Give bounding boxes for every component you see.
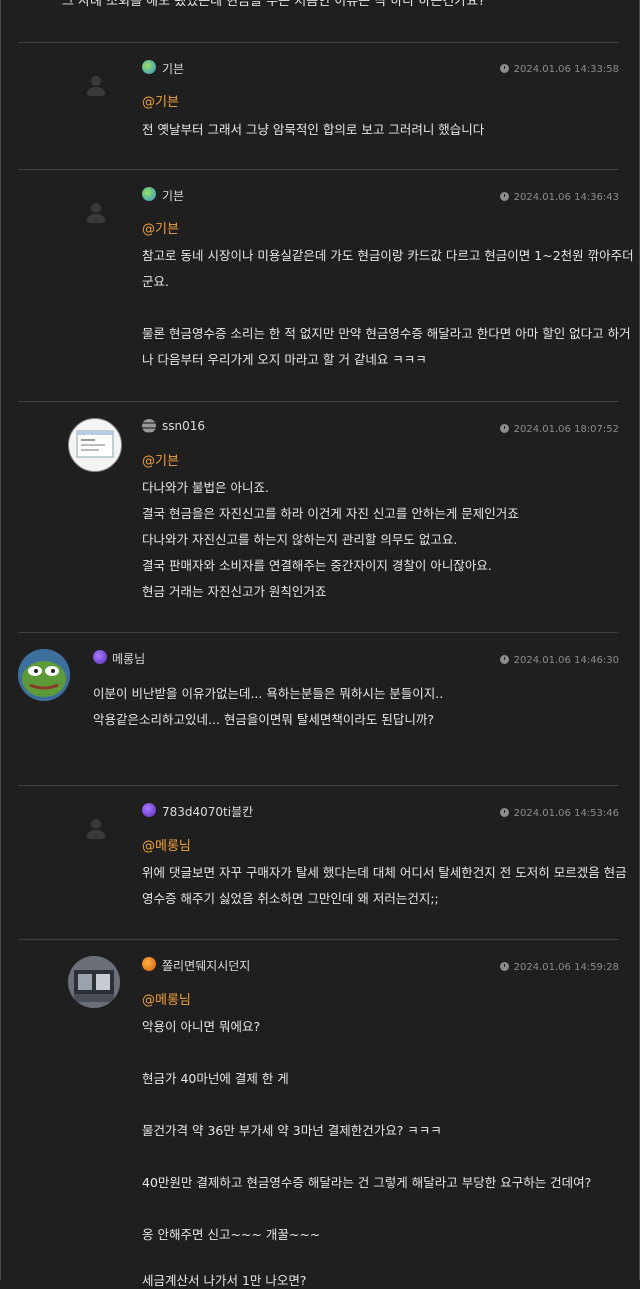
mention[interactable]: @기븐 <box>142 91 179 110</box>
comment-text: 40만원만 결제하고 현금영수증 해달라는 건 그렇게 해달라고 부당한 요구하… <box>142 1175 592 1190</box>
comment-text: 옹 안해주면 신고~~~ 개꿀~~~ <box>142 1227 321 1242</box>
comment-text: 영수증 해주기 싫었음 취소하면 그만인데 왜 저러는건지;; <box>142 891 439 906</box>
mention[interactable]: @메롱님 <box>142 835 191 854</box>
comment-text: 나 다음부터 우리가게 오지 마라고 할 거 같네요 ㅋㅋㅋ <box>142 352 427 367</box>
comment-text: 전 옛날부터 그래서 그냥 암묵적인 합의로 보고 그러려니 했습니다 <box>142 122 485 137</box>
comment-text: 군요. <box>142 274 169 289</box>
comment-divider <box>18 785 619 786</box>
comment-text: 이분이 비난받을 이유가없는데... 욕하는분들은 뭐하시는 분들이지.. <box>93 686 444 701</box>
timestamp-text: 2024.01.06 14:33:58 <box>513 64 619 75</box>
default-avatar-icon[interactable] <box>83 72 109 98</box>
mention[interactable]: @메롱님 <box>142 989 191 1008</box>
level-badge-icon <box>142 803 156 817</box>
comment-text: 다나와가 불법은 아니죠. <box>142 480 269 495</box>
timestamp: 2024.01.06 14:53:46 <box>499 808 619 819</box>
comment-text: 악용이 아니면 뭐에요? <box>142 1019 261 1034</box>
level-badge-icon <box>142 60 156 74</box>
comment-text: 물론 현금영수증 소리는 한 적 없지만 만약 현금영수증 해달라고 한다면 아… <box>142 326 631 341</box>
level-badge-icon <box>142 419 156 433</box>
comment-text: 참고로 동네 시장이나 미용실같은데 가도 현금이랑 카드값 다르고 현금이면 … <box>142 248 634 263</box>
timestamp: 2024.01.06 14:59:28 <box>499 962 619 973</box>
user-avatar[interactable] <box>18 649 70 701</box>
nickname[interactable]: 메롱님 <box>112 650 145 667</box>
clock-icon <box>499 962 509 971</box>
timestamp-text: 2024.01.06 14:59:28 <box>513 962 619 973</box>
clock-icon <box>499 808 509 817</box>
comment-text: 물건가격 약 36만 부가세 약 3마넌 결제한건가요? ㅋㅋㅋ <box>142 1123 442 1138</box>
truncated-comment-text: 그 사례 조회를 해도 됐었는데 현금을 주는 처음인 이유는 딱 하나 하는건… <box>62 0 486 9</box>
comment-text: 현금 거래는 자진신고가 원칙인거죠 <box>142 584 327 599</box>
level-badge-icon <box>93 650 107 664</box>
comment-divider <box>18 939 619 940</box>
timestamp-text: 2024.01.06 14:46:30 <box>513 655 619 666</box>
timestamp-text: 2024.01.06 14:53:46 <box>513 808 619 819</box>
default-avatar-icon[interactable] <box>83 199 109 225</box>
comment-divider <box>18 169 619 170</box>
timestamp: 2024.01.06 18:07:52 <box>499 424 619 435</box>
timestamp: 2024.01.06 14:36:43 <box>499 192 619 203</box>
nickname[interactable]: 기븐 <box>162 60 184 77</box>
default-avatar-icon[interactable] <box>83 815 109 841</box>
comment-text: 다나와가 자진신고를 하는지 않하는지 관리할 의무도 없고요. <box>142 532 458 547</box>
timestamp-text: 2024.01.06 18:07:52 <box>513 424 619 435</box>
timestamp-text: 2024.01.06 14:36:43 <box>513 192 619 203</box>
level-badge-icon <box>142 957 156 971</box>
clock-icon <box>499 655 509 664</box>
clock-icon <box>499 424 509 433</box>
user-avatar[interactable] <box>68 956 120 1008</box>
level-badge-icon <box>142 187 156 201</box>
comment-text: 현금가 40마넌에 결제 한 게 <box>142 1071 289 1086</box>
nickname[interactable]: 기븐 <box>162 187 184 204</box>
timestamp: 2024.01.06 14:33:58 <box>499 64 619 75</box>
nickname[interactable]: 783d4070ti블칸 <box>162 803 253 820</box>
clock-icon <box>499 64 509 73</box>
comment-divider <box>18 401 619 402</box>
comment-text: 결국 판매자와 소비자를 연결해주는 중간자이지 경찰이 아니잖아요. <box>142 558 492 573</box>
comment-text: 악용같은소리하고있네... 현금을이면뭐 탈세면책이라도 된답니까? <box>93 712 434 727</box>
nickname[interactable]: ssn016 <box>162 419 205 433</box>
mention[interactable]: @기븐 <box>142 218 179 237</box>
clock-icon <box>499 192 509 201</box>
user-avatar[interactable] <box>68 418 122 472</box>
nickname[interactable]: 쫄리면뒈지시던지 <box>162 957 250 974</box>
mention[interactable]: @기븐 <box>142 450 179 469</box>
comment-divider <box>18 632 619 633</box>
timestamp: 2024.01.06 14:46:30 <box>499 655 619 666</box>
comment-text: 결국 현금을은 자진신고를 하라 이건게 자진 신고를 안하는게 문제인거죠 <box>142 506 519 521</box>
comment-divider <box>18 42 619 43</box>
comment-text: 위에 댓글보면 자꾸 구매자가 탈세 했다는데 대체 어디서 탈세한건지 전 도… <box>142 865 627 880</box>
